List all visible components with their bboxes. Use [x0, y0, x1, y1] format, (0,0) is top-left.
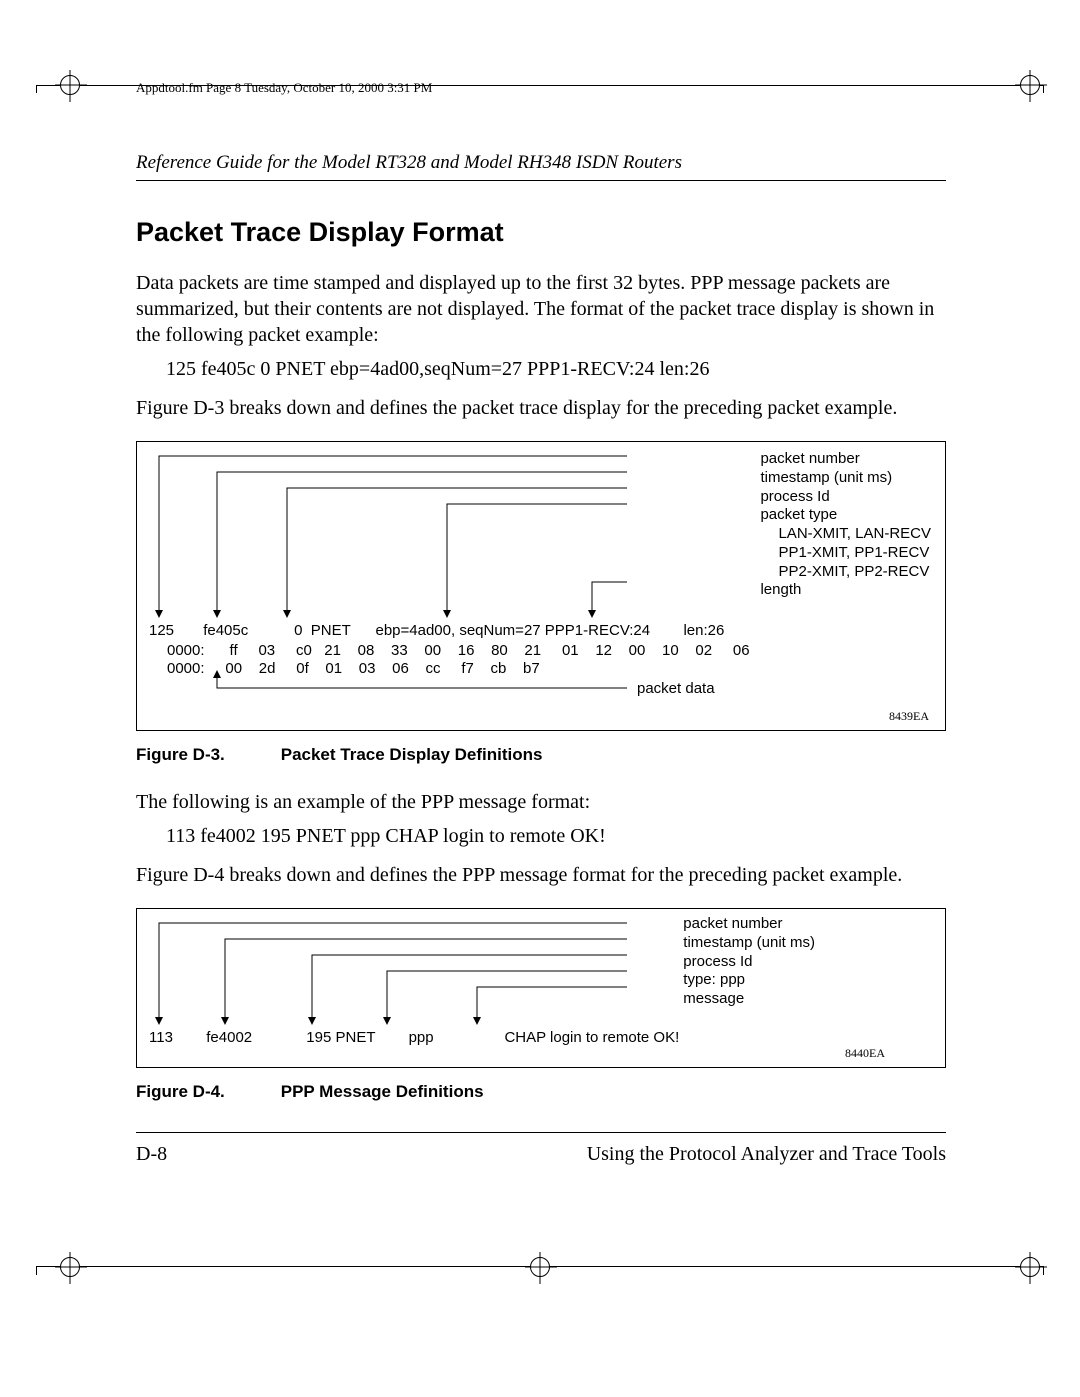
figure-d3-line3: 0000: 00 2d 0f 01 03 06 cc f7 cb b7 — [167, 660, 540, 677]
label-process-id: process Id — [683, 953, 815, 972]
page-content: Appdtool.fm Page 8 Tuesday, October 10, … — [136, 80, 946, 1166]
label-packet-type: packet type — [760, 506, 931, 525]
figure-d3: packet number timestamp (unit ms) proces… — [136, 441, 946, 731]
figure-d3-labels: packet number timestamp (unit ms) proces… — [760, 450, 931, 600]
registration-mark-icon — [1020, 1257, 1040, 1277]
crop-tick — [36, 1267, 37, 1275]
section-title: Packet Trace Display Format — [136, 217, 946, 248]
label-timestamp: timestamp (unit ms) — [760, 469, 931, 488]
body-paragraph: Figure D-4 breaks down and defines the P… — [136, 862, 946, 888]
example-line: 113 fe4002 195 PNET ppp CHAP login to re… — [166, 825, 946, 848]
label-packet-number: packet number — [760, 450, 931, 469]
figure-d4-caption-number: Figure D-4. — [136, 1082, 276, 1102]
label-packet-data: packet data — [637, 680, 715, 697]
registration-mark-icon — [1020, 75, 1040, 95]
label-process-id: process Id — [760, 488, 931, 507]
figure-d4-line1: 113 fe4002 195 PNET ppp CHAP login to re… — [149, 1029, 679, 1046]
figure-d4: packet number timestamp (unit ms) proces… — [136, 908, 946, 1068]
footer-chapter: Using the Protocol Analyzer and Trace To… — [587, 1143, 946, 1166]
figure-d4-caption: Figure D-4. PPP Message Definitions — [136, 1082, 946, 1102]
document-meta-line: Appdtool.fm Page 8 Tuesday, October 10, … — [136, 80, 946, 96]
label-length: length — [760, 581, 931, 600]
figure-d4-caption-text: PPP Message Definitions — [281, 1082, 484, 1101]
figure-d3-line2: 0000: ff 03 c0 21 08 33 00 16 80 21 01 1… — [167, 642, 750, 659]
page-number: D-8 — [136, 1143, 167, 1166]
figure-d4-labels: packet number timestamp (unit ms) proces… — [683, 915, 815, 1009]
label-packet-type-sub: PP1-XMIT, PP1-RECV — [760, 544, 931, 563]
running-head: Reference Guide for the Model RT328 and … — [136, 152, 946, 181]
figure-d3-caption-number: Figure D-3. — [136, 745, 276, 765]
label-message: message — [683, 990, 815, 1009]
figure-d3-caption-text: Packet Trace Display Definitions — [281, 745, 543, 764]
figure-d3-id: 8439EA — [889, 709, 929, 724]
label-packet-type-sub: PP2-XMIT, PP2-RECV — [760, 563, 931, 582]
figure-d3-line1: 125 fe405c 0 PNET ebp=4ad00, seqNum=27 P… — [149, 622, 724, 639]
body-paragraph: The following is an example of the PPP m… — [136, 789, 946, 815]
crop-tick — [1043, 1267, 1044, 1275]
registration-mark-icon — [60, 75, 80, 95]
body-paragraph: Data packets are time stamped and displa… — [136, 270, 946, 348]
crop-tick — [1043, 85, 1044, 93]
page-footer: D-8 Using the Protocol Analyzer and Trac… — [136, 1132, 946, 1166]
example-line: 125 fe405c 0 PNET ebp=4ad00,seqNum=27 PP… — [166, 358, 946, 381]
label-timestamp: timestamp (unit ms) — [683, 934, 815, 953]
body-paragraph: Figure D-3 breaks down and defines the p… — [136, 395, 946, 421]
registration-mark-icon — [60, 1257, 80, 1277]
crop-tick — [36, 85, 37, 93]
registration-mark-icon — [530, 1257, 550, 1277]
label-packet-type-sub: LAN-XMIT, LAN-RECV — [760, 525, 931, 544]
figure-d4-id: 8440EA — [845, 1046, 885, 1061]
label-packet-number: packet number — [683, 915, 815, 934]
figure-d3-caption: Figure D-3. Packet Trace Display Definit… — [136, 745, 946, 765]
label-type-ppp: type: ppp — [683, 971, 815, 990]
